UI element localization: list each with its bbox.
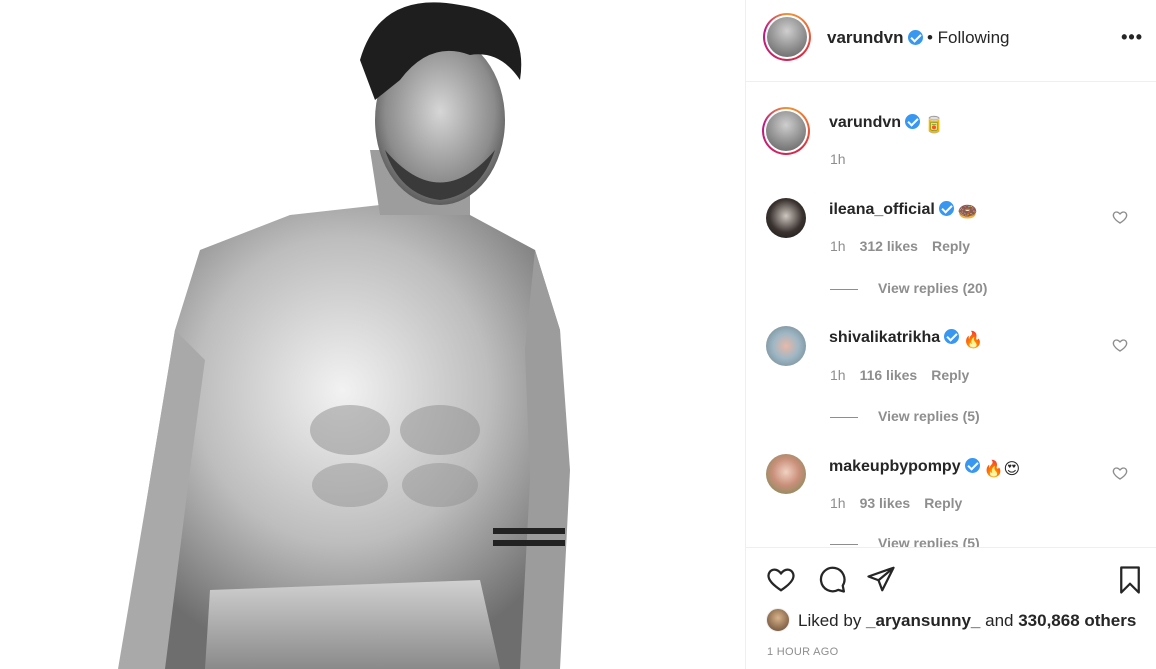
replies-divider — [830, 288, 858, 290]
more-options-icon[interactable]: ••• — [1121, 28, 1143, 46]
comment-likes[interactable]: 312 likes — [860, 238, 918, 254]
post-actions-bar: Liked by _aryansunny_ and 330,868 others… — [746, 547, 1156, 669]
post-photo[interactable] — [0, 0, 745, 669]
author-avatar[interactable] — [763, 13, 811, 61]
view-replies-button[interactable]: View replies (5) — [830, 535, 980, 547]
commenter-avatar[interactable] — [766, 454, 806, 494]
verified-badge-icon — [907, 30, 923, 45]
caption-time[interactable]: 1h — [830, 151, 846, 167]
comments-list[interactable]: varundvn 🥫 1h ileana_official 🍩 1h 312 like… — [746, 83, 1156, 547]
comment-emoji: 🍩 — [957, 204, 978, 221]
caption-meta: 1h — [830, 151, 860, 167]
comment-like-icon[interactable] — [1112, 465, 1128, 481]
comment-time[interactable]: 1h — [830, 238, 846, 254]
comment-meta: 1h 93 likes Reply — [830, 495, 976, 511]
reply-button[interactable]: Reply — [931, 367, 969, 383]
heart-icon[interactable] — [765, 564, 797, 594]
commenter-avatar[interactable] — [766, 198, 806, 238]
liked-by-user[interactable]: _aryansunny_ — [866, 611, 980, 630]
comment-body: shivalikatrikha 🔥 — [829, 329, 983, 350]
view-replies-label[interactable]: View replies (5) — [878, 408, 980, 424]
liked-by-summary: Liked by _aryansunny_ and 330,868 others — [766, 608, 1136, 632]
bookmark-icon[interactable] — [1115, 564, 1145, 596]
verified-badge-icon — [944, 329, 960, 344]
caption-emoji: 🥫 — [924, 117, 944, 134]
author-username-text[interactable]: varundvn — [827, 28, 904, 47]
post-image — [118, 2, 570, 669]
commenter-username[interactable]: ileana_official — [829, 201, 935, 218]
view-replies-label[interactable]: View replies (20) — [878, 280, 987, 296]
comment-emoji: 🔥 — [963, 332, 984, 349]
view-replies-button[interactable]: View replies (5) — [830, 408, 980, 424]
comment-like-icon[interactable] — [1112, 209, 1128, 225]
verified-badge-icon — [964, 458, 980, 473]
comment-likes[interactable]: 93 likes — [860, 495, 911, 511]
comment-emoji: 🔥😍 — [983, 461, 1021, 478]
caption-username-link[interactable]: varundvn — [829, 114, 901, 131]
comment-like-icon[interactable] — [1112, 337, 1128, 353]
reply-button[interactable]: Reply — [932, 238, 970, 254]
caption-avatar[interactable] — [762, 107, 810, 155]
post-header: varundvn • Following ••• — [746, 0, 1156, 82]
comment-time[interactable]: 1h — [830, 367, 846, 383]
post-timestamp[interactable]: 1 HOUR AGO — [767, 646, 838, 658]
comment-body: ileana_official 🍩 — [829, 201, 978, 222]
replies-divider — [830, 416, 858, 418]
verified-badge-icon — [905, 114, 921, 129]
comment-body: makeupbypompy 🔥😍 — [829, 458, 1020, 479]
commenter-username[interactable]: shivalikatrikha — [829, 329, 940, 346]
liked-by-prefix: Liked by — [798, 611, 867, 630]
comment-likes[interactable]: 116 likes — [860, 367, 918, 383]
post-side-panel: varundvn • Following ••• varundvn 🥫 1h il… — [745, 0, 1156, 669]
share-icon[interactable] — [865, 564, 897, 594]
comment-time[interactable]: 1h — [830, 495, 846, 511]
view-replies-button[interactable]: View replies (20) — [830, 280, 987, 296]
liked-by-count[interactable]: 330,868 others — [1018, 611, 1136, 630]
comment-meta: 1h 116 likes Reply — [830, 367, 983, 383]
replies-divider — [830, 543, 858, 545]
commenter-avatar[interactable] — [766, 326, 806, 366]
comment-icon[interactable] — [816, 564, 848, 594]
view-replies-label[interactable]: View replies (5) — [878, 535, 980, 547]
reply-button[interactable]: Reply — [924, 495, 962, 511]
comment-meta: 1h 312 likes Reply — [830, 238, 984, 254]
author-username[interactable]: varundvn — [827, 28, 923, 48]
caption-username: varundvn 🥫 — [829, 114, 944, 135]
commenter-username[interactable]: makeupbypompy — [829, 458, 961, 475]
verified-badge-icon — [938, 201, 954, 216]
liked-by-and: and — [980, 611, 1019, 630]
liker-avatar[interactable] — [766, 608, 790, 632]
following-status[interactable]: • Following — [927, 28, 1010, 48]
